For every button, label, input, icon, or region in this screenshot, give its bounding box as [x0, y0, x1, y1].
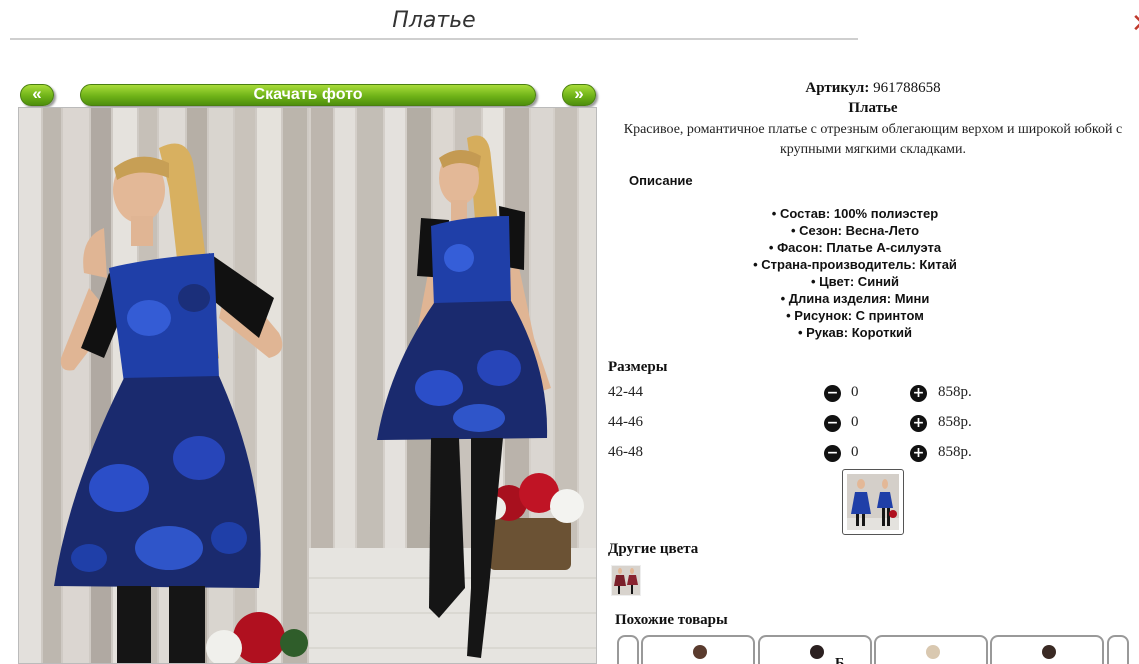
feature-item: Состав: 100% полиэстер	[610, 205, 1100, 222]
size-qty: 0	[851, 414, 859, 430]
size-label: 44-46	[608, 414, 643, 430]
feature-item: Рукав: Короткий	[610, 324, 1100, 341]
similar-product-card[interactable]	[641, 635, 755, 664]
decrease-qty-icon[interactable]: −	[824, 385, 841, 402]
similar-product-card[interactable]	[758, 635, 872, 664]
decrease-qty-icon[interactable]: −	[824, 415, 841, 432]
photo-thumbnail[interactable]	[842, 469, 904, 535]
size-row: 42-44 − 0 + 858р.	[608, 384, 988, 404]
page-title: Платье	[10, 8, 858, 40]
size-price: 858р.	[938, 444, 972, 460]
feature-item: Цвет: Синий	[610, 273, 1100, 290]
product-short-description: Красивое, романтичное платье с отрезным …	[623, 122, 1123, 157]
similar-products-title: Похожие товары	[615, 612, 728, 628]
size-label: 46-48	[608, 444, 643, 460]
decrease-qty-icon[interactable]: −	[824, 445, 841, 462]
description-title: Описание	[629, 173, 693, 188]
similar-products-carousel	[617, 635, 1137, 664]
download-photo-button[interactable]: Скачать фото	[80, 84, 536, 106]
product-photo	[18, 107, 597, 664]
similar-prev-button[interactable]	[617, 635, 639, 664]
size-qty: 0	[851, 384, 859, 400]
increase-qty-icon[interactable]: +	[910, 385, 927, 402]
feature-item: Сезон: Весна-Лето	[610, 222, 1100, 239]
size-price: 858р.	[938, 384, 972, 400]
product-name: Платье	[848, 100, 898, 116]
next-photo-button[interactable]: »	[562, 84, 596, 106]
increase-qty-icon[interactable]: +	[910, 445, 927, 462]
feature-item: Рисунок: С принтом	[610, 307, 1100, 324]
size-price: 858р.	[938, 414, 972, 430]
feature-item: Фасон: Платье А-силуэта	[610, 239, 1100, 256]
size-row: 44-46 − 0 + 858р.	[608, 414, 988, 434]
sizes-title: Размеры	[608, 359, 668, 375]
feature-item: Страна-производитель: Китай	[610, 256, 1100, 273]
feature-item: Длина изделия: Мини	[610, 290, 1100, 307]
article-line: Артикул: 961788658	[608, 80, 1138, 97]
similar-product-caption: Б...	[835, 656, 855, 664]
similar-next-button[interactable]	[1107, 635, 1129, 664]
other-colors-title: Другие цвета	[608, 541, 699, 557]
close-icon[interactable]: ✕	[1133, 12, 1139, 36]
article-label: Артикул:	[805, 80, 870, 96]
similar-product-card[interactable]	[990, 635, 1104, 664]
article-value: 961788658	[873, 80, 941, 96]
size-label: 42-44	[608, 384, 643, 400]
increase-qty-icon[interactable]: +	[910, 415, 927, 432]
prev-photo-button[interactable]: «	[20, 84, 54, 106]
size-row: 46-48 − 0 + 858р.	[608, 444, 988, 464]
other-color-thumbnail[interactable]	[611, 565, 641, 596]
similar-product-card[interactable]	[874, 635, 988, 664]
size-qty: 0	[851, 444, 859, 460]
feature-list: Состав: 100% полиэстер Сезон: Весна-Лето…	[610, 205, 1100, 341]
